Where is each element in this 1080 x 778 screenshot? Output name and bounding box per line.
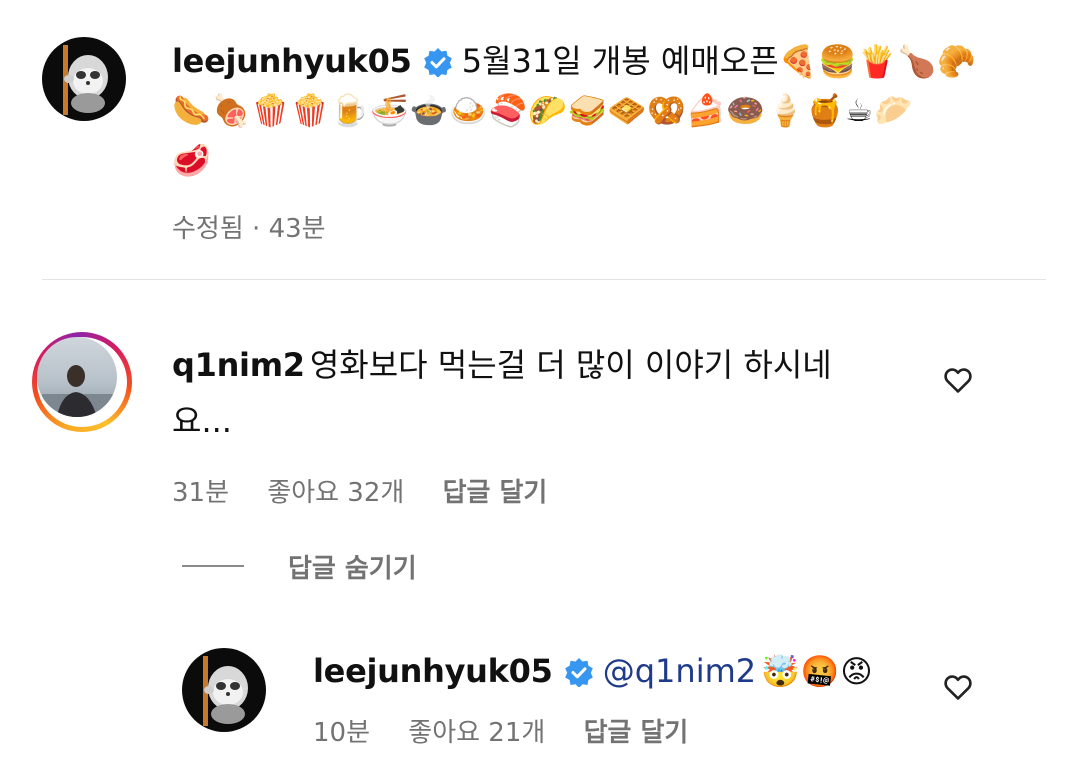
reply-meta: 10분 좋아요 21개 답글 달기: [313, 712, 913, 749]
reply-username[interactable]: leejunhyuk05: [313, 652, 553, 690]
hide-replies-label[interactable]: 답글 숨기기: [288, 548, 417, 585]
like-count[interactable]: 좋아요 21개: [408, 718, 545, 748]
reply-time: 10분: [313, 718, 371, 748]
person-photo-icon: [42, 365, 117, 417]
heart-outline-icon[interactable]: [942, 671, 974, 703]
divider: [42, 279, 1046, 280]
comment-meta: 수정됨 · 43분: [172, 214, 326, 244]
comment-username[interactable]: leejunhyuk05: [172, 42, 412, 80]
verified-badge-icon: [564, 658, 593, 687]
comment-username[interactable]: q1nim2: [172, 346, 305, 384]
sloth-avatar-icon: [63, 45, 108, 115]
comment-text: 5월31일 개봉 예매오픈: [461, 42, 779, 80]
sloth-avatar-icon: [203, 656, 248, 726]
emoji-string: 🌭🍖🍿🍿🍺🍜🍲🍛🍣🌮🥪🧇🥨🍰🍩🍦🍯☕🥟: [172, 93, 914, 129]
comment-text-continued: 요...: [172, 402, 232, 440]
avatar-leejunhyuk05[interactable]: [182, 648, 266, 732]
mention-link[interactable]: @q1nim2: [603, 652, 756, 690]
heart-outline-icon[interactable]: [942, 364, 974, 396]
avatar-leejunhyuk05[interactable]: [42, 37, 126, 121]
emoji-string: 🥩: [172, 143, 212, 179]
reply-button[interactable]: 답글 달기: [584, 718, 689, 748]
reply-thread-line: [182, 565, 244, 567]
comment-meta: 31분 좋아요 32개 답글 달기: [172, 472, 892, 509]
hide-replies-toggle[interactable]: 답글 숨기기: [182, 546, 417, 586]
avatar-q1nim2: [37, 337, 117, 417]
comment-text: 영화보다 먹는걸 더 많이 이야기 하시네: [309, 346, 832, 384]
comment-time: 43분: [268, 214, 326, 244]
emoji-string: 🤯🤬😡: [761, 654, 874, 690]
emoji-string: 🍕🍔🍟🍗🥐: [778, 44, 977, 80]
comment-1-body: leejunhyuk05 5월31일 개봉 예매오픈🍕🍔🍟🍗🥐 🌭🍖🍿🍿🍺🍜🍲🍛…: [172, 36, 1012, 245]
like-count[interactable]: 좋아요 32개: [267, 478, 404, 508]
edited-label: 수정됨: [172, 214, 244, 244]
comment-time: 31분: [172, 478, 230, 508]
verified-badge-icon: [423, 48, 452, 77]
story-ring[interactable]: [32, 332, 132, 432]
comment-2-body: q1nim2 영화보다 먹는걸 더 많이 이야기 하시네 요... 31분 좋아…: [172, 340, 892, 509]
reply-body: leejunhyuk05 @q1nim2 🤯🤬😡 10분 좋아요 21개 답글 …: [313, 646, 913, 749]
reply-button[interactable]: 답글 달기: [443, 478, 548, 508]
